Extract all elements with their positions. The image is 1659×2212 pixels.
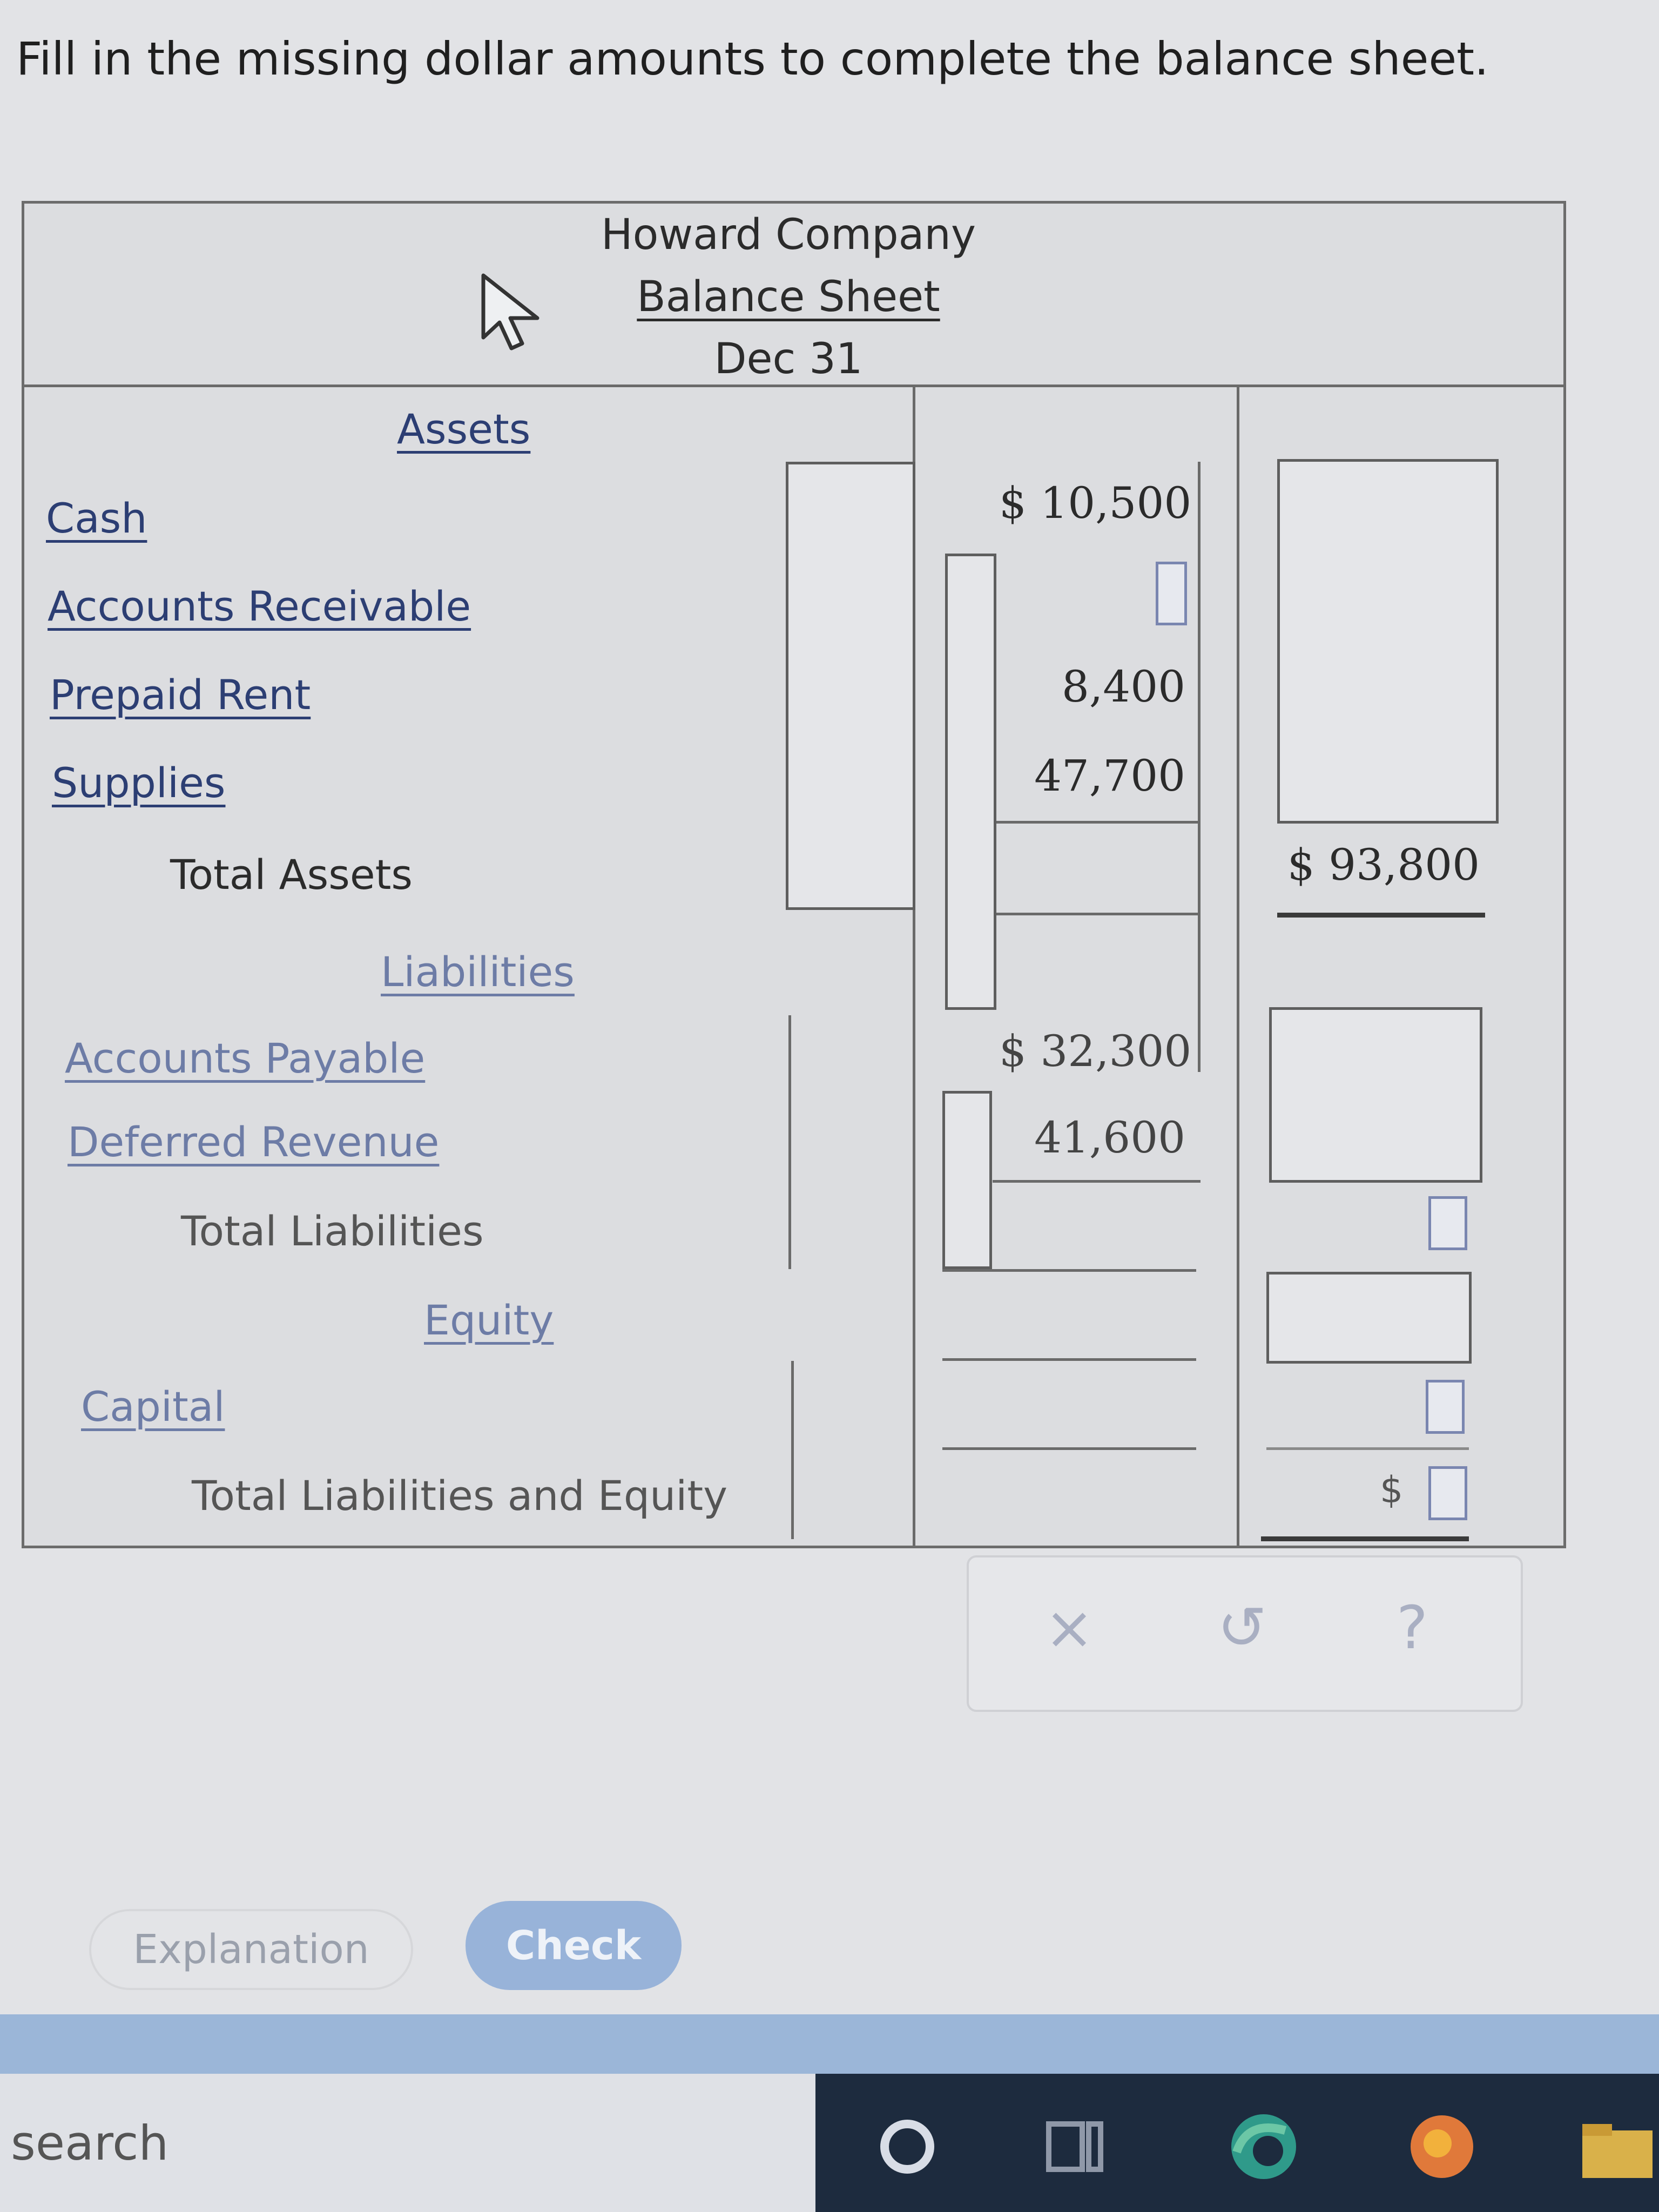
equity-heading: Equity xyxy=(424,1296,554,1344)
total-liabilities-label: Total Liabilities xyxy=(181,1207,484,1255)
column1-assets-input[interactable] xyxy=(786,462,915,910)
assets-heading: Assets xyxy=(397,405,531,453)
capital-input[interactable] xyxy=(1426,1380,1465,1434)
prepaid-rent-amount: 8,400 xyxy=(1061,662,1185,712)
subtotal-rule xyxy=(1266,1447,1469,1450)
column1-liabilities-edge xyxy=(788,1015,791,1269)
sheet-date: Dec 31 xyxy=(714,335,863,383)
subtotal-rule xyxy=(996,913,1199,915)
subtotal-rule xyxy=(993,1180,1201,1183)
supplies-amount: 47,700 xyxy=(1034,751,1185,801)
page-bottom-band xyxy=(0,2014,1659,2074)
taskbar-search-placeholder: search xyxy=(11,2115,169,2171)
explanation-button[interactable]: Explanation xyxy=(89,1909,413,1990)
column1-equity-edge xyxy=(791,1361,794,1539)
deferred-revenue-amount: 41,600 xyxy=(1034,1112,1185,1163)
row-rule xyxy=(942,1358,1196,1361)
accounts-payable-amount: $ 32,300 xyxy=(999,1026,1192,1076)
supplies-label: Supplies xyxy=(52,759,226,807)
cash-amount: $ 10,500 xyxy=(999,478,1192,528)
total-assets-label: Total Assets xyxy=(170,851,413,899)
file-explorer-icon[interactable] xyxy=(1577,2109,1653,2184)
column3-liabilities-input[interactable] xyxy=(1269,1007,1482,1183)
taskbar-search[interactable]: search xyxy=(0,2074,815,2212)
total-assets-amount: $ 93,800 xyxy=(1287,840,1480,890)
subtotal-rule xyxy=(996,821,1199,824)
accounts-receivable-label: Accounts Receivable xyxy=(48,582,471,630)
total-liabilities-equity-label: Total Liabilities and Equity xyxy=(192,1472,728,1520)
column2-right-edge xyxy=(1198,462,1201,1072)
accounts-payable-label: Accounts Payable xyxy=(65,1034,426,1082)
company-name: Howard Company xyxy=(601,211,976,259)
total-le-double-rule xyxy=(1261,1536,1469,1541)
app-orange-icon[interactable] xyxy=(1404,2109,1480,2184)
cash-label: Cash xyxy=(46,494,147,542)
liabilities-narrow-input[interactable] xyxy=(942,1091,992,1269)
capital-label: Capital xyxy=(81,1382,225,1431)
total-liabilities-input[interactable] xyxy=(1428,1196,1467,1250)
undo-icon[interactable]: ↺ xyxy=(1202,1593,1283,1662)
total-assets-double-rule xyxy=(1277,913,1485,918)
deferred-revenue-label: Deferred Revenue xyxy=(68,1118,440,1166)
column3-equity-input[interactable] xyxy=(1266,1272,1472,1364)
total-le-dollar-sign: $ xyxy=(1380,1469,1404,1512)
task-view-icon[interactable] xyxy=(1037,2109,1112,2184)
row-rule xyxy=(942,1447,1196,1450)
instruction-text: Fill in the missing dollar amounts to co… xyxy=(16,32,1489,85)
check-button[interactable]: Check xyxy=(466,1901,682,1990)
clear-icon[interactable]: × xyxy=(1029,1593,1110,1662)
edge-browser-icon[interactable] xyxy=(1226,2109,1301,2184)
help-icon[interactable]: ? xyxy=(1372,1593,1453,1662)
column3-assets-input[interactable] xyxy=(1277,459,1499,824)
row-rule xyxy=(942,1269,1196,1272)
sheet-title: Balance Sheet xyxy=(637,273,940,321)
column-divider xyxy=(1237,385,1239,1546)
header-divider xyxy=(24,385,1563,387)
liabilities-heading: Liabilities xyxy=(381,948,575,996)
total-liabilities-equity-input[interactable] xyxy=(1428,1466,1467,1520)
column2-narrow-input[interactable] xyxy=(945,554,996,1010)
accounts-receivable-input[interactable] xyxy=(1156,562,1187,625)
mouse-cursor-icon xyxy=(481,273,539,350)
task-view-circle-icon[interactable] xyxy=(869,2109,945,2184)
prepaid-rent-label: Prepaid Rent xyxy=(50,671,311,719)
